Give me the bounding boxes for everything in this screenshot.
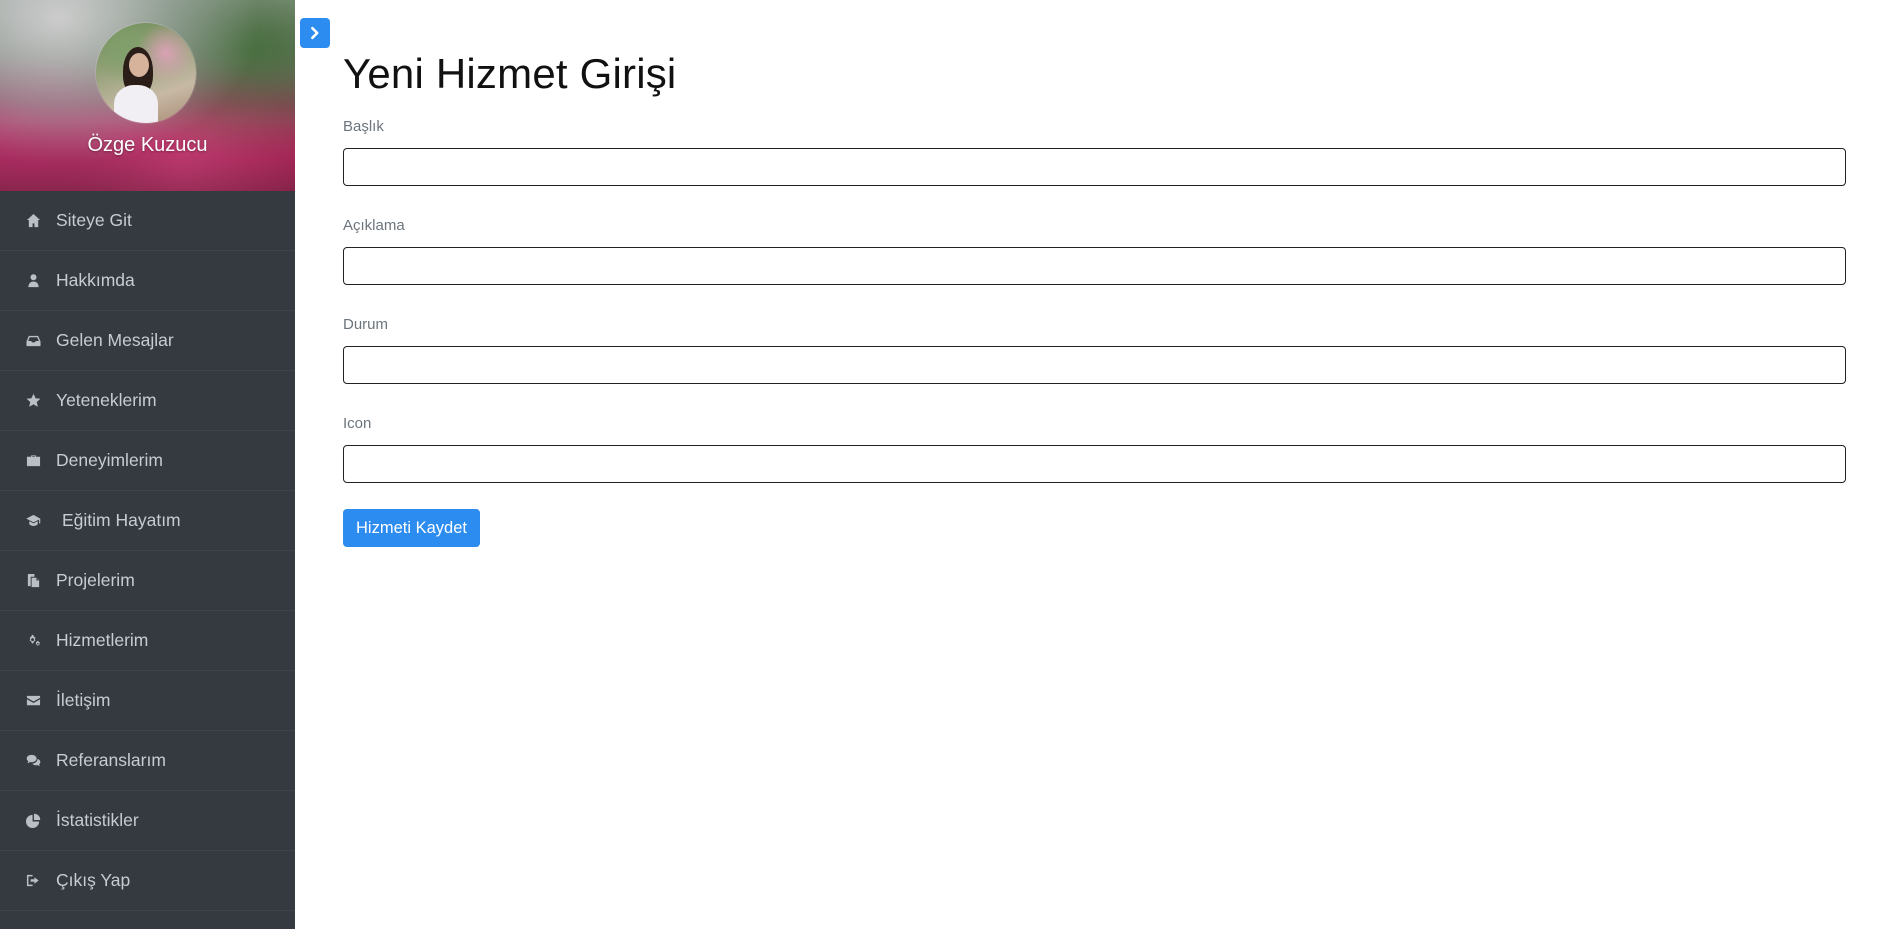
- description-input[interactable]: [343, 247, 1846, 285]
- comments-icon: [24, 752, 42, 770]
- gears-icon: [24, 632, 42, 650]
- sidebar: Özge Kuzucu Siteye Git Hakkımda Gelen Me…: [0, 0, 295, 929]
- sidebar-item-hakkimda[interactable]: Hakkımda: [0, 251, 295, 311]
- sidebar-item-label: Eğitim Hayatım: [62, 510, 181, 530]
- graduation-cap-icon: [24, 512, 42, 530]
- sidebar-item-label: Deneyimlerim: [56, 450, 163, 470]
- title-label: Başlık: [343, 118, 384, 135]
- sidebar-item-yeteneklerim[interactable]: Yeteneklerim: [0, 371, 295, 431]
- icon-input[interactable]: [343, 445, 1846, 483]
- save-service-button[interactable]: Hizmeti Kaydet: [343, 509, 480, 547]
- sidebar-item-label: İstatistikler: [56, 810, 139, 830]
- sidebar-item-label: Çıkış Yap: [56, 870, 131, 890]
- sidebar-item-deneyimlerim[interactable]: Deneyimlerim: [0, 431, 295, 491]
- title-input[interactable]: [343, 148, 1846, 186]
- home-icon: [24, 212, 42, 230]
- sidebar-item-referanslarim[interactable]: Referanslarım: [0, 731, 295, 791]
- sidebar-item-label: Projelerim: [56, 570, 135, 590]
- sidebar-item-label: Hizmetlerim: [56, 630, 149, 650]
- user-icon: [24, 272, 42, 290]
- star-icon: [24, 392, 42, 410]
- sidebar-item-label: Hakkımda: [56, 270, 135, 290]
- sidebar-item-cikis-yap[interactable]: Çıkış Yap: [0, 851, 295, 911]
- files-icon: [24, 572, 42, 590]
- sidebar-item-label: İletişim: [56, 690, 111, 710]
- profile-header: Özge Kuzucu: [0, 0, 295, 191]
- sidebar-item-label: Referanslarım: [56, 750, 166, 770]
- pie-chart-icon: [24, 812, 42, 830]
- page-title: Yeni Hizmet Girişi: [343, 50, 677, 97]
- envelope-icon: [24, 692, 42, 710]
- briefcase-icon: [24, 452, 42, 470]
- sidebar-item-istatistikler[interactable]: İstatistikler: [0, 791, 295, 851]
- status-label: Durum: [343, 316, 389, 333]
- chevron-right-icon: [311, 26, 319, 40]
- icon-label: Icon: [343, 415, 372, 432]
- sidebar-item-projelerim[interactable]: Projelerim: [0, 551, 295, 611]
- description-label: Açıklama: [343, 217, 405, 234]
- sidebar-item-label: Gelen Mesajlar: [56, 330, 174, 350]
- sidebar-item-label: Siteye Git: [56, 210, 132, 230]
- sidebar-item-siteye-git[interactable]: Siteye Git: [0, 191, 295, 251]
- status-input[interactable]: [343, 346, 1846, 384]
- profile-name: Özge Kuzucu: [87, 134, 208, 156]
- sign-out-icon: [24, 872, 42, 890]
- sidebar-item-egitim-hayatim[interactable]: Eğitim Hayatım: [0, 491, 295, 551]
- sidebar-item-label: Yeteneklerim: [56, 390, 157, 410]
- inbox-icon: [24, 332, 42, 350]
- sidebar-item-hizmetlerim[interactable]: Hizmetlerim: [0, 611, 295, 671]
- sidebar-item-iletisim[interactable]: İletişim: [0, 671, 295, 731]
- sidebar-toggle-button[interactable]: [300, 18, 330, 48]
- avatar: [96, 23, 196, 123]
- sidebar-menu: Siteye Git Hakkımda Gelen Mesajlar Yeten…: [0, 191, 295, 911]
- sidebar-item-gelen-mesajlar[interactable]: Gelen Mesajlar: [0, 311, 295, 371]
